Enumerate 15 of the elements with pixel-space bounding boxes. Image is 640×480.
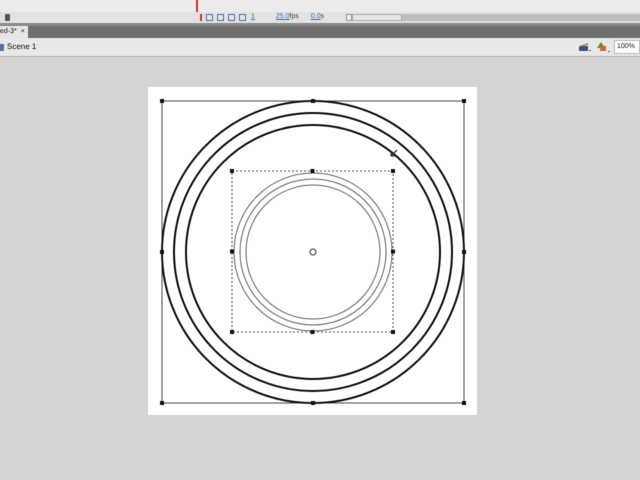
scroll-left-icon[interactable] [346,14,352,21]
transform-point [310,248,316,256]
horizontal-scrollbar[interactable] [346,14,640,21]
onion-skin-icon[interactable] [217,14,224,21]
clapperboard-icon[interactable] [579,42,591,52]
scene-icon [0,44,4,50]
edit-markers-icon[interactable] [239,14,246,21]
scroll-thumb[interactable] [352,14,402,21]
playhead-marker-icon [200,14,202,21]
resize-cursor-icon [390,149,398,157]
trash-icon[interactable] [5,14,10,21]
center-frame-icon[interactable] [206,14,213,21]
onion-outline-icon[interactable] [228,14,235,21]
shapes-icon[interactable] [597,42,610,52]
scene-name[interactable]: Scene 1 [7,41,36,53]
